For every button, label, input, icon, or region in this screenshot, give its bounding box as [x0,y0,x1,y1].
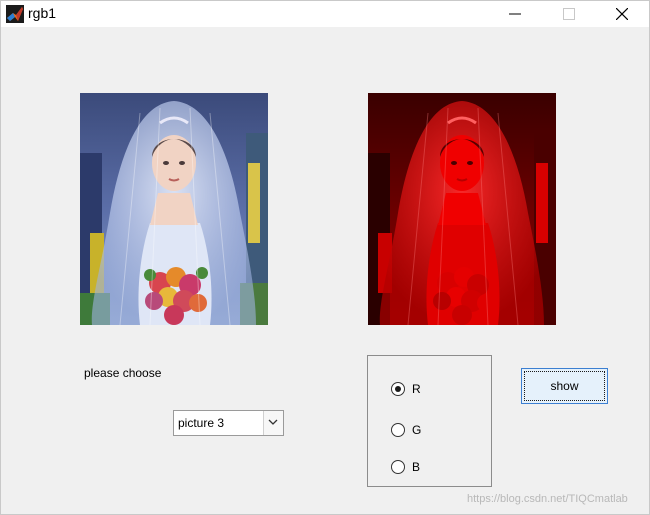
close-button[interactable] [599,1,645,27]
red-channel-photo [368,93,556,325]
original-photo [80,93,268,325]
maximize-button[interactable] [546,1,592,27]
radio-button-r[interactable] [391,382,405,396]
channel-radio-panel [367,355,492,487]
radio-button-g[interactable] [391,423,405,437]
watermark-text: https://blog.csdn.net/TIQCmatlab [467,493,628,505]
choose-label: please choose [84,366,162,380]
close-icon [616,8,628,20]
picture-dropdown[interactable]: picture 3 [173,410,284,436]
radio-label-r: R [412,382,421,396]
app-window: rgb1 please choose picture 3 R G B show … [0,0,650,515]
matlab-icon [6,5,24,23]
maximize-icon [563,8,575,20]
radio-label-b: B [412,460,421,474]
window-title: rgb1 [28,5,57,21]
minimize-icon [509,13,521,15]
radio-button-b[interactable] [391,460,405,474]
dropdown-selected-value: picture 3 [178,416,225,430]
radio-selected-dot [395,386,401,392]
dropdown-arrow-button[interactable] [263,411,283,435]
chevron-down-icon [268,419,278,425]
show-button[interactable]: show [521,368,608,404]
radio-label-g: G [412,423,422,437]
title-bar[interactable]: rgb1 [1,1,649,27]
minimize-button[interactable] [492,1,538,27]
